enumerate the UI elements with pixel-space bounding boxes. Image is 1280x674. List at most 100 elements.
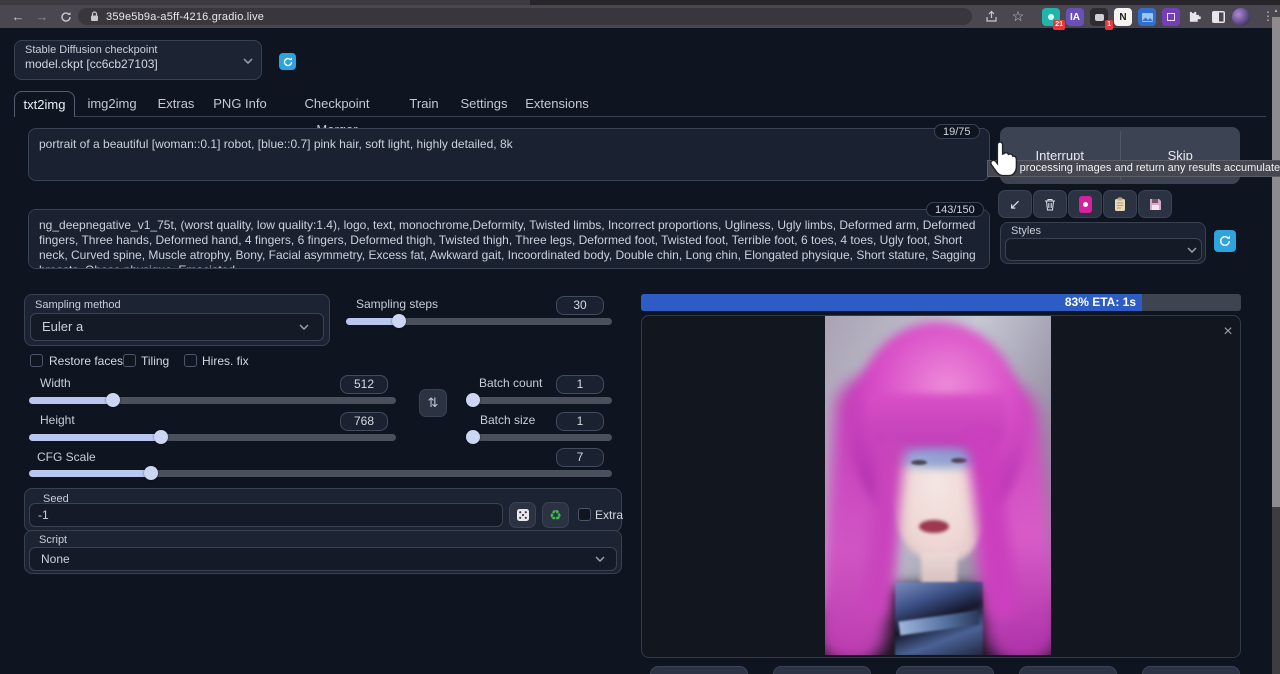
checkpoint-refresh-button[interactable] <box>279 53 296 70</box>
scrollbar-up-arrow[interactable]: ▲ <box>1272 5 1280 17</box>
batch-count-value[interactable]: 1 <box>556 375 604 394</box>
cfg-scale-label: CFG Scale <box>37 450 96 464</box>
style-card-icon <box>1079 196 1092 213</box>
height-slider[interactable] <box>29 434 396 441</box>
swap-arrows-icon: ⇅ <box>428 395 439 411</box>
send-to-img2img-button[interactable] <box>896 666 994 674</box>
styles-refresh-button[interactable] <box>1214 230 1236 252</box>
sampling-method-label: Sampling method <box>35 299 121 311</box>
lock-icon <box>90 11 99 22</box>
trash-icon <box>1044 198 1056 211</box>
width-label: Width <box>40 376 71 390</box>
tab-png-info[interactable]: PNG Info <box>213 91 267 117</box>
progress-text: 83% ETA: 1s <box>641 294 1136 311</box>
forward-icon[interactable]: → <box>32 7 52 26</box>
tab-extras[interactable]: Extras <box>154 91 198 117</box>
tiling-checkbox[interactable] <box>123 354 136 367</box>
bookmark-star-icon[interactable]: ☆ <box>1008 7 1028 26</box>
seed-input[interactable]: -1 <box>29 503 503 527</box>
tab-img2img[interactable]: img2img <box>86 91 138 117</box>
sampling-steps-slider[interactable] <box>346 318 612 325</box>
tab-extensions[interactable]: Extensions <box>525 91 589 117</box>
restore-faces-checkbox[interactable] <box>30 354 43 367</box>
chevron-down-icon <box>299 324 309 330</box>
script-dropdown[interactable]: None <box>29 547 617 571</box>
send-to-inpaint-button[interactable] <box>1019 666 1117 674</box>
extra-networks-button[interactable] <box>1068 190 1102 218</box>
prompt-input[interactable]: portrait of a beautiful [woman::0.1] rob… <box>28 128 990 181</box>
height-value[interactable]: 768 <box>340 412 388 431</box>
extra-seed-checkbox[interactable] <box>578 508 591 521</box>
share-icon[interactable] <box>981 7 1001 26</box>
progress-bar: 83% ETA: 1s <box>641 294 1241 311</box>
swap-dimensions-button[interactable]: ⇅ <box>419 389 447 417</box>
seed-block: Seed -1 ♻ Extra <box>24 488 622 532</box>
batch-size-label: Batch size <box>480 413 535 427</box>
extensions-puzzle-icon[interactable] <box>1186 8 1204 26</box>
cfg-scale-value[interactable]: 7 <box>556 448 604 467</box>
scrollbar-thumb[interactable] <box>1272 17 1280 507</box>
checkpoint-label: Stable Diffusion checkpoint <box>25 44 158 56</box>
hires-fix-label: Hires. fix <box>202 354 249 368</box>
skip-tooltip: Stop processing images and return any re… <box>987 160 1280 177</box>
hires-fix-checkbox[interactable] <box>184 354 197 367</box>
apply-styles-button[interactable] <box>1103 190 1137 218</box>
onenote-extension-icon[interactable] <box>1162 8 1180 26</box>
cfg-scale-slider[interactable] <box>29 470 612 477</box>
checkpoint-block: Stable Diffusion checkpoint model.ckpt [… <box>14 40 262 80</box>
script-block: Script None <box>24 530 622 574</box>
negative-token-counter: 143/150 <box>926 202 984 217</box>
tab-checkpoint-merger[interactable]: Checkpoint Merger <box>283 91 391 117</box>
pin-extension-badge: 21 <box>1053 20 1065 30</box>
send-to-extras-button[interactable] <box>1142 666 1240 674</box>
tab-txt2img[interactable]: txt2img <box>14 91 75 117</box>
close-icon[interactable]: × <box>1218 322 1238 342</box>
back-icon[interactable]: ← <box>8 7 28 26</box>
recycle-icon: ♻ <box>549 507 562 524</box>
notion-extension-icon[interactable]: N <box>1114 8 1132 26</box>
pin-extension-icon[interactable]: 21 <box>1042 8 1060 26</box>
address-bar[interactable]: 359e5b9a-a5ff-4216.gradio.live <box>78 8 972 25</box>
dice-icon <box>516 508 530 522</box>
image-extension-icon[interactable] <box>1138 8 1156 26</box>
batch-size-slider[interactable] <box>467 434 612 441</box>
save-button[interactable] <box>650 666 748 674</box>
reload-icon[interactable] <box>56 7 76 26</box>
script-label: Script <box>39 534 67 546</box>
reuse-seed-button[interactable]: ♻ <box>542 502 569 528</box>
browser-toolbar: ← → 359e5b9a-a5ff-4216.gradio.live ☆ 21 … <box>0 5 1280 28</box>
styles-dropdown[interactable] <box>1005 238 1202 261</box>
negative-prompt-input[interactable]: ng_deepnegative_v1_75t, (worst quality, … <box>28 209 990 269</box>
save-floppy-icon <box>1149 198 1162 211</box>
extra-seed-label: Extra <box>595 508 623 522</box>
chevron-down-icon <box>1187 247 1197 253</box>
width-slider[interactable] <box>29 397 396 404</box>
app-window: ← → 359e5b9a-a5ff-4216.gradio.live ☆ 21 … <box>0 0 1280 674</box>
styles-label: Styles <box>1011 225 1041 237</box>
sampling-steps-value[interactable]: 30 <box>556 296 604 315</box>
generated-image[interactable] <box>825 316 1051 655</box>
random-seed-button[interactable] <box>509 502 536 528</box>
profile-avatar[interactable] <box>1232 8 1250 26</box>
save-style-button[interactable] <box>1138 190 1172 218</box>
zip-button[interactable] <box>773 666 871 674</box>
chat-extension-icon[interactable]: 1 <box>1090 8 1108 26</box>
batch-count-label: Batch count <box>479 376 542 390</box>
clear-prompt-button[interactable] <box>1033 190 1067 218</box>
tiling-label: Tiling <box>141 354 169 368</box>
height-label: Height <box>40 413 75 427</box>
ia-extension-icon[interactable]: IA <box>1066 8 1084 26</box>
width-value[interactable]: 512 <box>340 375 388 394</box>
sidebar-icon[interactable] <box>1209 8 1227 26</box>
restore-faces-label: Restore faces <box>49 354 123 368</box>
batch-size-value[interactable]: 1 <box>556 412 604 431</box>
tab-settings[interactable]: Settings <box>460 91 508 117</box>
checkpoint-dropdown[interactable]: model.ckpt [cc6cb27103] <box>25 57 158 71</box>
sampling-method-dropdown[interactable]: Euler a <box>30 313 324 341</box>
read-params-button[interactable]: ↙ <box>998 190 1032 218</box>
page-scrollbar[interactable]: ▲ <box>1272 5 1280 674</box>
batch-count-slider[interactable] <box>467 397 612 404</box>
clipboard-icon <box>1114 197 1126 212</box>
sampling-method-block: Sampling method Euler a <box>24 294 330 346</box>
tab-train[interactable]: Train <box>408 91 440 117</box>
